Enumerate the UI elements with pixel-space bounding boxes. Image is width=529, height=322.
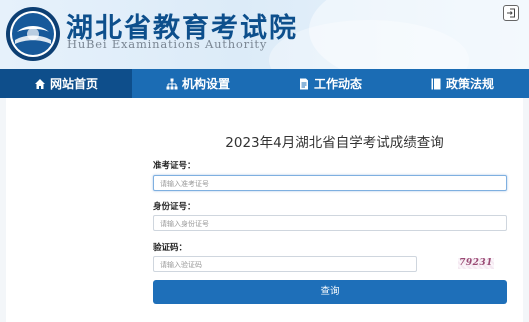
hubei-exam-authority-seal-icon[interactable] (5, 6, 61, 62)
main-nav: 网站首页 机构设置 工作动态 政策法规 (0, 69, 529, 98)
book-icon (431, 78, 441, 89)
home-icon (34, 78, 45, 89)
nav-item-label: 机构设置 (181, 77, 230, 91)
site-subtitle: HuBei Examinations Authority (67, 37, 268, 51)
nav-item-label: 政策法规 (445, 77, 494, 91)
captcha-input[interactable]: 请输入验证码 (153, 256, 417, 272)
id-number-label: 身份证号： (153, 202, 196, 212)
id-number-input[interactable]: 请输入身份证号 (153, 215, 507, 231)
org-chart-icon (166, 78, 178, 89)
document-icon (299, 78, 308, 89)
exam-number-input[interactable]: 请输入准考证号 (153, 175, 507, 191)
site-header: 湖北省教育考试院 HuBei Examinations Authority (0, 0, 529, 69)
nav-item-policies[interactable]: 政策法规 (396, 69, 528, 98)
form-title: 2023年4月湖北省自学考试成绩查询 (225, 135, 444, 151)
nav-item-work-news[interactable]: 工作动态 (264, 69, 396, 98)
exit-icon[interactable] (503, 5, 519, 21)
nav-item-home[interactable]: 网站首页 (0, 69, 132, 98)
exam-number-label: 准考证号： (153, 161, 196, 171)
nav-item-label: 工作动态 (313, 77, 362, 91)
captcha-image[interactable]: 79231 (458, 258, 494, 269)
captcha-label: 验证码： (153, 243, 188, 253)
query-button[interactable]: 查询 (153, 280, 507, 304)
nav-item-organization[interactable]: 机构设置 (132, 69, 264, 98)
nav-item-label: 网站首页 (49, 77, 98, 91)
query-panel: 2023年4月湖北省自学考试成绩查询 准考证号： 请输入准考证号 身份证号： 请… (6, 98, 523, 322)
